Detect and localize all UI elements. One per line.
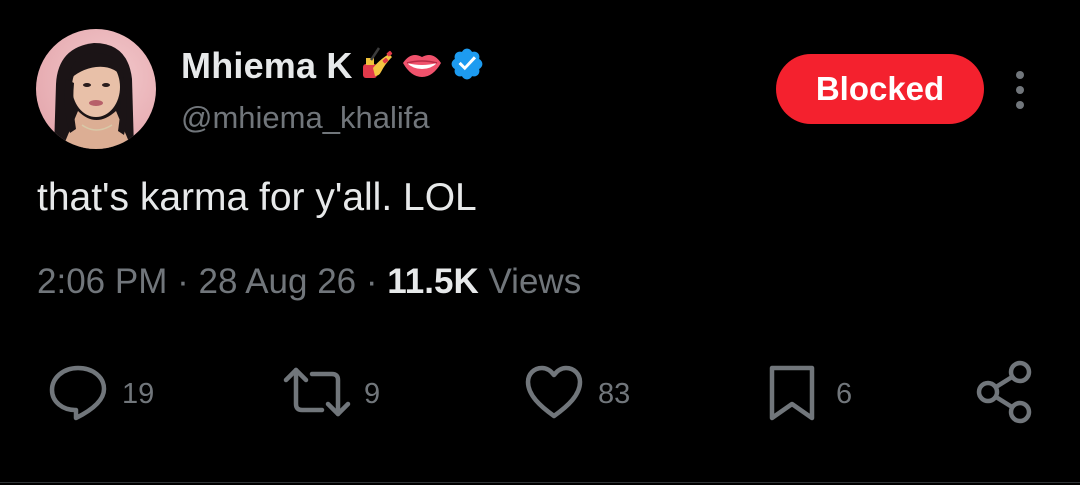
share-icon	[974, 360, 1038, 429]
blocked-button[interactable]: Blocked	[776, 54, 984, 124]
meta-separator: ·	[365, 262, 378, 301]
bookmark-count: 6	[836, 377, 853, 410]
views-count: 11.5K	[387, 262, 479, 301]
author-display-name[interactable]: Mhiema K	[181, 45, 353, 87]
heart-icon	[522, 362, 586, 427]
nail-polish-emoji	[359, 46, 395, 87]
author-handle[interactable]: @mhiema_khalifa	[181, 100, 430, 136]
repost-button[interactable]: 9	[282, 364, 380, 424]
meta-separator: ·	[177, 262, 189, 301]
author-name-row: Mhiema K	[181, 42, 485, 90]
repost-count: 9	[364, 377, 381, 410]
reply-icon	[46, 362, 110, 427]
tweet-text: that's karma for y'all. LOL	[37, 176, 477, 219]
more-options-icon[interactable]	[1006, 66, 1034, 114]
tweet-meta: 2:06 PM · 28 Aug 26 · 11.5K Views	[37, 262, 581, 302]
like-count: 83	[598, 377, 631, 410]
bookmark-button[interactable]: 6	[764, 364, 852, 424]
tweet-date[interactable]: 28 Aug 26	[198, 262, 356, 301]
avatar[interactable]	[36, 29, 156, 149]
reply-button[interactable]: 19	[46, 364, 154, 424]
divider	[0, 482, 1080, 483]
like-button[interactable]: 83	[522, 364, 630, 424]
reply-count: 19	[122, 377, 155, 410]
lips-emoji	[401, 49, 443, 84]
tweet-time[interactable]: 2:06 PM	[37, 262, 167, 301]
views-label: Views	[488, 262, 582, 301]
verified-badge-icon[interactable]	[449, 46, 485, 87]
bookmark-icon	[764, 362, 824, 427]
share-button[interactable]	[974, 360, 1038, 424]
repost-icon	[282, 362, 352, 427]
